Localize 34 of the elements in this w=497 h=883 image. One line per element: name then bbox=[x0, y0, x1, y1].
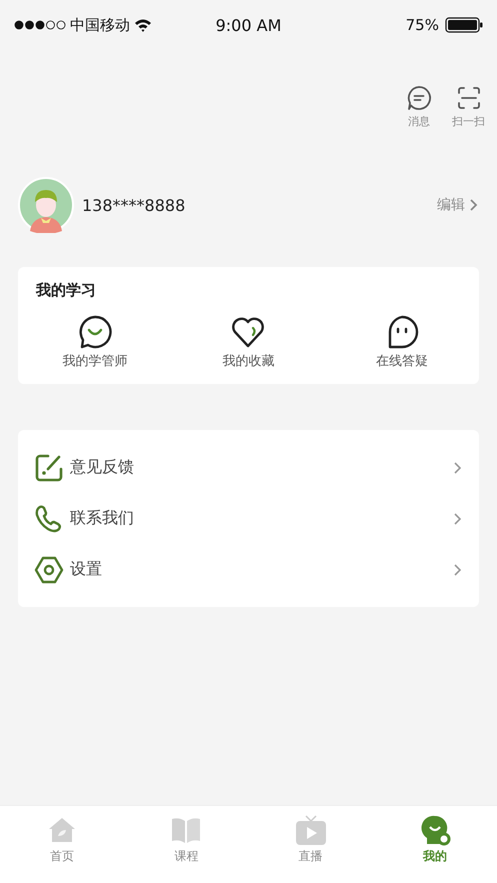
advisor-button[interactable]: 我的学管师 bbox=[62, 314, 128, 370]
message-button[interactable]: 消息 bbox=[406, 85, 432, 129]
section-title: 我的学习 bbox=[34, 281, 97, 300]
qa-button[interactable]: 在线答疑 bbox=[376, 314, 428, 370]
tab[interactable]: 课程 bbox=[170, 814, 202, 865]
phone-number: 138****8888 bbox=[82, 196, 186, 214]
chevron-right-icon bbox=[453, 562, 463, 576]
smile-bubble-icon bbox=[76, 314, 113, 350]
tab[interactable]: 首页 bbox=[46, 814, 78, 865]
favorites-button[interactable]: 我的收藏 bbox=[222, 314, 274, 370]
scan-button[interactable]: 扫一扫 bbox=[452, 85, 485, 129]
phone-icon bbox=[34, 504, 64, 534]
message-icon bbox=[406, 85, 432, 111]
menu-item[interactable]: 联系我们 bbox=[18, 493, 479, 544]
chevron-right-icon bbox=[453, 512, 463, 526]
edit-icon bbox=[34, 452, 64, 482]
edit-link[interactable]: 编辑 bbox=[437, 196, 479, 214]
tv-icon bbox=[294, 814, 327, 846]
chevron-right-icon bbox=[453, 460, 463, 474]
menu-item[interactable]: 设置 bbox=[18, 544, 479, 595]
menu-item[interactable]: 意见反馈 bbox=[18, 442, 479, 493]
tab[interactable]: 我的 bbox=[418, 814, 451, 865]
avatar[interactable] bbox=[18, 177, 74, 233]
battery-icon bbox=[444, 17, 483, 33]
carrier-name: 中国移动 bbox=[70, 16, 130, 34]
tab[interactable]: 直播 bbox=[294, 814, 327, 865]
status-time: 9:00 AM bbox=[216, 16, 282, 34]
wifi-icon bbox=[134, 18, 152, 32]
signal-icon bbox=[14, 20, 66, 30]
chevron-right-icon bbox=[469, 198, 479, 212]
settings-icon bbox=[34, 554, 64, 584]
profile-icon bbox=[418, 814, 451, 846]
battery-percent: 75% bbox=[406, 16, 439, 34]
scan-icon bbox=[456, 85, 482, 111]
